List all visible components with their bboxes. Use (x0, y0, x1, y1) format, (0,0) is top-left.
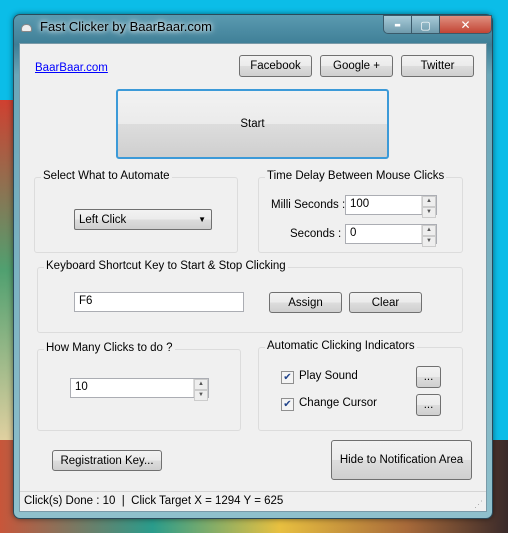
clicks-input[interactable]: 10 ▲ ▼ (70, 378, 209, 401)
seconds-spinner[interactable]: ▲ ▼ (421, 225, 436, 247)
facebook-button[interactable]: Facebook (239, 55, 312, 77)
shortcut-group-title: Keyboard Shortcut Key to Start & Stop Cl… (44, 260, 288, 272)
cursor-browse-button[interactable]: ... (416, 394, 441, 416)
seconds-value: 0 (350, 227, 357, 239)
play-sound-label: Play Sound (299, 370, 358, 382)
ms-label: Milli Seconds : (271, 199, 346, 211)
ms-spinner[interactable]: ▲ ▼ (421, 196, 436, 218)
twitter-button[interactable]: Twitter (401, 55, 474, 77)
seconds-input[interactable]: 0 ▲ ▼ (345, 224, 437, 247)
dropdown-arrow-icon: ▼ (198, 215, 206, 224)
automate-select-value: Left Click (79, 213, 127, 226)
delay-group-title: Time Delay Between Mouse Clicks (265, 170, 447, 182)
indicators-group-title: Automatic Clicking Indicators (265, 340, 417, 352)
clicks-value: 10 (75, 381, 88, 393)
play-sound-checkbox[interactable]: ✔ (281, 371, 294, 384)
maximize-button[interactable]: ▢ (412, 16, 440, 33)
google-plus-button[interactable]: Google + (320, 55, 393, 77)
change-cursor-checkbox[interactable]: ✔ (281, 398, 294, 411)
minimize-button[interactable]: ▬ (384, 16, 412, 33)
caption-buttons: ▬ ▢ ✕ (383, 15, 492, 34)
clicks-group-title: How Many Clicks to do ? (44, 342, 175, 354)
hide-to-notification-button[interactable]: Hide to Notification Area (331, 440, 472, 480)
sound-browse-button[interactable]: ... (416, 366, 441, 388)
automate-select[interactable]: Left Click ▼ (74, 209, 212, 230)
delay-group: Time Delay Between Mouse Clicks Milli Se… (258, 170, 463, 253)
mouse-icon (21, 24, 32, 32)
status-bar: Click(s) Done : 10 | Click Target X = 12… (20, 491, 486, 511)
clicks-group: How Many Clicks to do ? 10 ▲ ▼ (37, 342, 241, 431)
window-title: Fast Clicker by BaarBaar.com (40, 19, 212, 34)
automate-group-title: Select What to Automate (41, 170, 172, 182)
indicators-group: Automatic Clicking Indicators ✔ Play Sou… (258, 340, 463, 431)
change-cursor-label: Change Cursor (299, 397, 377, 409)
registration-key-button[interactable]: Registration Key... (52, 450, 162, 471)
client-area: BaarBaar.com Facebook Google + Twitter S… (19, 43, 487, 512)
ms-value: 100 (350, 198, 370, 210)
shortcut-input[interactable]: F6 (74, 292, 244, 312)
resize-grip-icon[interactable]: ⋰ (474, 499, 483, 510)
close-button[interactable]: ✕ (440, 16, 491, 33)
clicks-spinner[interactable]: ▲ ▼ (193, 379, 208, 401)
assign-button[interactable]: Assign (269, 292, 342, 313)
baarbaar-link[interactable]: BaarBaar.com (35, 62, 108, 74)
seconds-label: Seconds : (290, 228, 342, 240)
clear-button[interactable]: Clear (349, 292, 422, 313)
start-button[interactable]: Start (116, 89, 389, 159)
shortcut-group: Keyboard Shortcut Key to Start & Stop Cl… (37, 260, 463, 333)
automate-group: Select What to Automate Left Click ▼ (34, 170, 238, 253)
status-text: Click(s) Done : 10 | Click Target X = 12… (24, 495, 284, 507)
ms-input[interactable]: 100 ▲ ▼ (345, 195, 437, 218)
